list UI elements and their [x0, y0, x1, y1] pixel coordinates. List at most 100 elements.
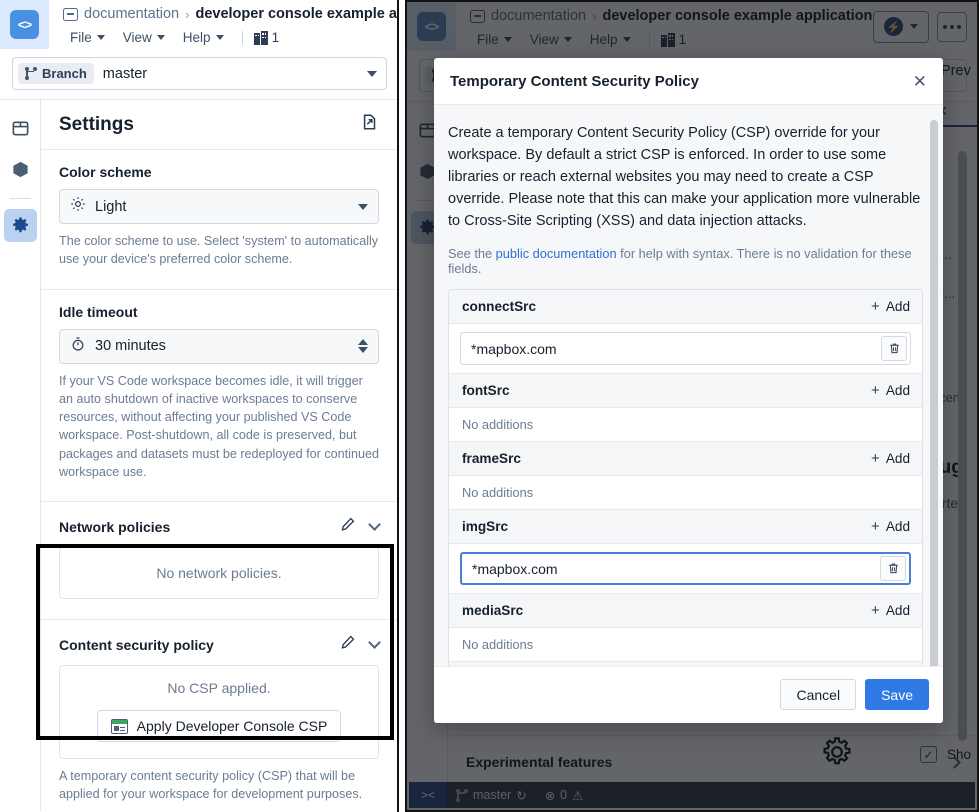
chevron-down-icon — [156, 35, 165, 40]
sidebar-item-files[interactable] — [4, 112, 37, 145]
sidebar-item-settings[interactable] — [3, 209, 37, 242]
plus-icon: + — [871, 382, 880, 400]
network-policies-empty: No network policies. — [59, 547, 379, 599]
menu-view[interactable]: View — [116, 28, 172, 47]
setting-label: Content security policy — [59, 636, 214, 653]
app-logo[interactable]: <> — [0, 0, 49, 49]
add-label: Add — [885, 383, 910, 399]
setting-help: The color scheme to use. Select 'system'… — [59, 234, 379, 267]
csp-group-name: frameSrc — [462, 451, 521, 467]
note-prefix: See the — [448, 246, 496, 262]
dialog-title: Temporary Content Security Policy — [450, 73, 699, 90]
color-scheme-value: Light — [95, 198, 127, 215]
csp-group-header: imgSrc + Add — [449, 510, 922, 545]
branch-bar: Branch master — [0, 49, 397, 99]
csp-entry-value: *mapbox.com — [471, 340, 557, 357]
csp-group-header: fontSrc + Add — [449, 374, 922, 409]
setting-label: Network policies — [59, 518, 171, 535]
csp-directive-list: connectSrc + Add *mapbox.com fontSrc + A… — [448, 289, 923, 666]
document-icon — [63, 7, 78, 21]
apply-csp-label: Apply Developer Console CSP — [136, 718, 328, 734]
apply-developer-console-csp-button[interactable]: Apply Developer Console CSP — [96, 710, 342, 742]
trash-icon[interactable] — [880, 556, 906, 582]
app-toolbar-main: documentation › developer console exampl… — [49, 0, 397, 49]
open-external-icon[interactable] — [361, 113, 379, 136]
sidebar-item-packages[interactable] — [4, 153, 37, 186]
dialog-description: Create a temporary Content Security Poli… — [448, 125, 921, 230]
setting-content-security-policy: Content security policy No CSP applied. — [41, 620, 397, 811]
save-button[interactable]: Save — [865, 679, 929, 710]
timer-icon — [70, 336, 86, 357]
setting-actions — [340, 634, 381, 655]
csp-group-header: mediaSrc + Add — [449, 594, 922, 629]
add-entry-button[interactable]: + Add — [871, 299, 910, 314]
plus-icon: + — [871, 518, 880, 536]
csp-group-name: imgSrc — [462, 519, 509, 535]
menu-file[interactable]: File — [63, 28, 112, 47]
csp-group-body: *mapbox.com — [449, 544, 922, 595]
csp-group-name: mediaSrc — [462, 603, 524, 619]
breadcrumb-parent[interactable]: documentation — [84, 6, 179, 22]
add-entry-button[interactable]: + Add — [871, 451, 910, 466]
setting-help: If your VS Code workspace becomes idle, … — [59, 373, 379, 479]
trash-icon[interactable] — [881, 336, 907, 362]
setting-label: Idle timeout — [59, 303, 138, 320]
organization-count: 1 — [271, 30, 280, 45]
dialog-header: Temporary Content Security Policy ✕ — [434, 58, 943, 105]
branch-icon — [25, 67, 37, 80]
branch-chip-label: Branch — [42, 66, 87, 81]
menu-bar: File View Help 1 — [63, 25, 397, 50]
public-documentation-link[interactable]: public documentation — [496, 246, 617, 261]
plus-icon: + — [871, 602, 880, 620]
add-entry-button[interactable]: + Add — [871, 519, 910, 534]
setting-actions — [340, 516, 381, 537]
close-icon[interactable]: ✕ — [913, 73, 927, 90]
add-entry-button[interactable]: + Add — [871, 383, 910, 398]
sun-icon — [70, 196, 86, 217]
idle-timeout-stepper[interactable]: 30 minutes — [59, 328, 379, 364]
menu-help-label: Help — [182, 30, 211, 45]
branch-chip: Branch — [18, 63, 94, 84]
csp-entry-input-focused[interactable]: *mapbox.com — [460, 552, 911, 586]
setting-idle-timeout: Idle timeout 30 minutes If your VS Code … — [41, 290, 397, 502]
temporary-csp-dialog: Temporary Content Security Policy ✕ Crea… — [434, 58, 943, 723]
color-scheme-select[interactable]: Light — [59, 189, 379, 224]
organization-icon — [253, 30, 268, 45]
breadcrumb-separator: › — [185, 6, 190, 22]
menu-help[interactable]: Help — [176, 28, 231, 47]
csp-group-body: *mapbox.com — [449, 324, 922, 375]
branch-value: master — [102, 65, 148, 82]
setting-header-row: Network policies — [59, 516, 381, 537]
chevron-down-icon — [358, 203, 368, 210]
workspace-body: Settings Color scheme Light The color sc… — [0, 99, 397, 811]
divider — [9, 198, 31, 199]
csp-entry-value: *mapbox.com — [472, 560, 558, 577]
app-toolbar: <> documentation › developer console exa… — [0, 0, 397, 49]
menu-view-label: View — [122, 30, 152, 45]
browser-window-icon — [110, 718, 128, 734]
csp-group-header: scriptSrc + Add — [449, 662, 922, 666]
setting-header-row: Content security policy — [59, 634, 381, 655]
csp-group-header: connectSrc + Add — [449, 290, 922, 325]
setting-help: A temporary content security policy (CSP… — [59, 769, 363, 802]
stepper-arrows-icon[interactable] — [358, 339, 368, 353]
csp-group-empty: No additions — [449, 628, 922, 663]
chevron-down-icon[interactable] — [368, 636, 381, 649]
dialog-body: Create a temporary Content Security Poli… — [434, 105, 943, 666]
idle-timeout-value: 30 minutes — [95, 338, 166, 354]
chevron-down-icon — [215, 35, 224, 40]
settings-panel: Settings Color scheme Light The color sc… — [41, 99, 397, 811]
branch-selector[interactable]: Branch master — [12, 57, 387, 90]
add-entry-button[interactable]: + Add — [871, 603, 910, 618]
screenshot-root: <> documentation › developer console exa… — [0, 0, 979, 812]
divider — [241, 30, 243, 45]
breadcrumb-current: developer console example application — [195, 6, 397, 22]
setting-color-scheme: Color scheme Light The color scheme to u… — [41, 150, 397, 290]
cancel-button[interactable]: Cancel — [780, 679, 857, 710]
csp-entry-input[interactable]: *mapbox.com — [460, 332, 911, 366]
dialog-scrollbar[interactable] — [930, 120, 938, 666]
chevron-down-icon[interactable] — [368, 518, 381, 531]
pencil-icon[interactable] — [340, 634, 356, 655]
chevron-down-icon — [96, 35, 105, 40]
pencil-icon[interactable] — [340, 516, 356, 537]
